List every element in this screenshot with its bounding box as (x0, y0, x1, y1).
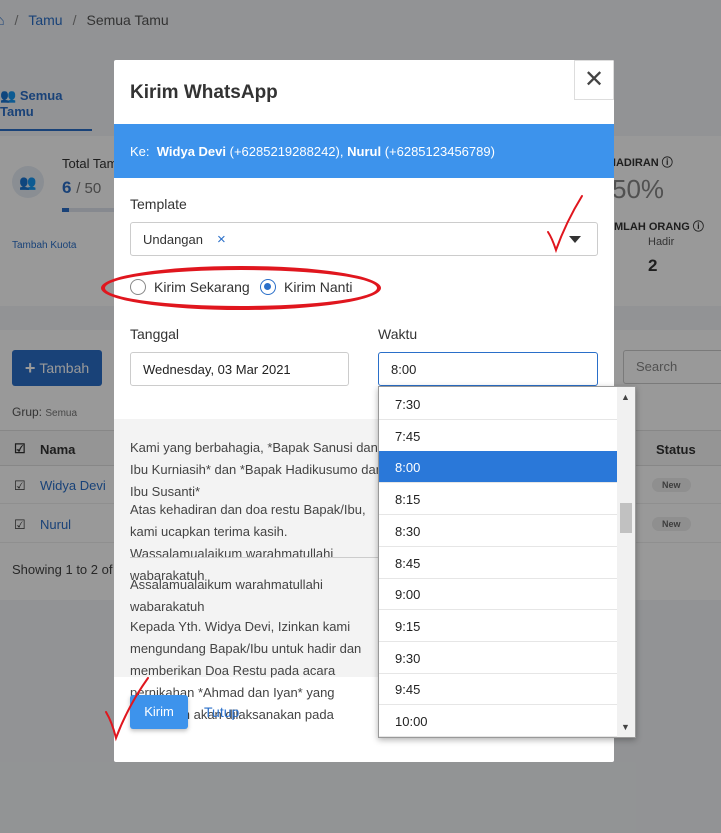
time-option[interactable]: 10:00 (379, 705, 617, 737)
time-option[interactable]: 9:45 (379, 673, 617, 706)
recipient-name: Nurul (347, 144, 382, 159)
time-option[interactable]: 9:00 (379, 578, 617, 611)
time-option[interactable]: 8:00 (379, 451, 617, 484)
recipient-phone: (+6285123456789) (384, 144, 495, 159)
close-icon[interactable]: ✕ (574, 60, 614, 100)
recipient-name: Widya Devi (156, 144, 226, 159)
to-label: Ke: (130, 144, 150, 159)
time-field[interactable]: 8:00 (378, 352, 598, 386)
template-value: Undangan (143, 232, 203, 247)
scroll-down-icon[interactable]: ▼ (621, 722, 630, 732)
close-button[interactable]: Tutup (204, 704, 239, 720)
time-option[interactable]: 8:15 (379, 483, 617, 516)
time-option[interactable]: 9:30 (379, 642, 617, 674)
message-paragraph: Assalamualaikum warahmatullahi wabarakat… (130, 577, 323, 614)
time-option[interactable]: 7:45 (379, 420, 617, 452)
clear-icon[interactable]: × (217, 231, 226, 248)
annotation-ellipse (101, 266, 381, 310)
scrollbar[interactable]: ▲ ▼ (617, 387, 635, 737)
time-option[interactable]: 8:45 (379, 547, 617, 579)
date-label: Tanggal (130, 326, 180, 342)
time-option[interactable]: 8:30 (379, 515, 617, 547)
time-dropdown-list[interactable]: 7:30 7:45 8:00 8:15 8:30 8:45 9:00 9:15 9:30 9:45… (378, 386, 636, 738)
template-label: Template (130, 196, 187, 212)
recipients-bar: Ke: Widya Devi (+6285219288242), Nurul (… (114, 124, 614, 178)
send-button[interactable]: Kirim (130, 695, 188, 729)
time-label: Waktu (378, 326, 418, 342)
date-field[interactable]: Wednesday, 03 Mar 2021 (130, 352, 349, 386)
template-select[interactable]: Undangan × (130, 222, 598, 256)
scroll-up-icon[interactable]: ▲ (621, 392, 630, 402)
chevron-down-icon[interactable] (569, 236, 581, 243)
modal-title: Kirim WhatsApp (130, 82, 278, 103)
time-option[interactable]: 9:15 (379, 610, 617, 642)
recipient-phone: (+6285219288242), (229, 144, 344, 159)
message-divider (130, 557, 380, 558)
time-option[interactable]: 7:30 (379, 388, 617, 420)
message-paragraph: Kami yang berbahagia, *Bapak Sanusi dan … (130, 440, 383, 499)
scrollbar-thumb[interactable] (620, 503, 632, 533)
